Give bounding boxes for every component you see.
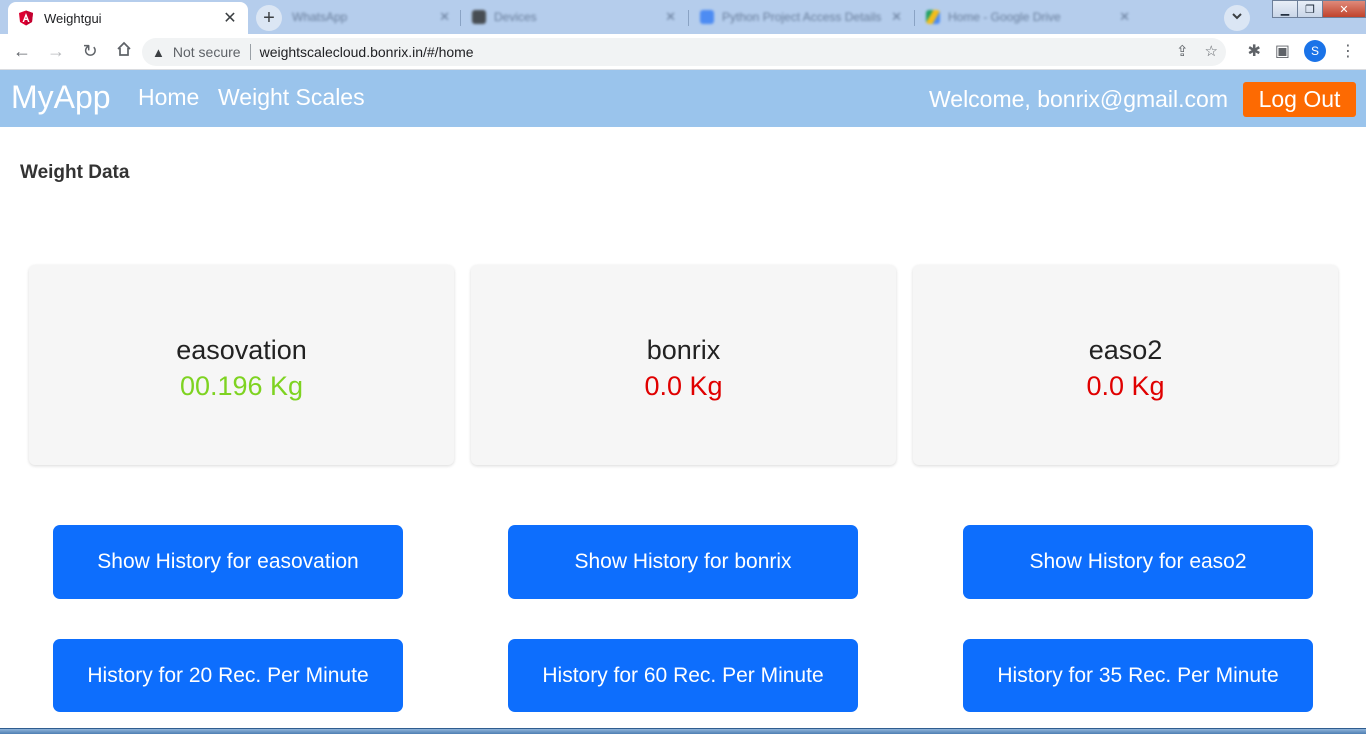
tab-separator [914, 10, 915, 26]
nav-weight-scales[interactable]: Weight Scales [218, 84, 365, 111]
show-history-bonrix-button[interactable]: Show History for bonrix [508, 525, 858, 599]
scale-weight: 0.0 Kg [644, 371, 723, 401]
side-panel-icon[interactable]: ▣ [1275, 41, 1290, 61]
extensions-icon[interactable]: ✱ [1247, 41, 1260, 61]
reload-icon: ↻ [82, 41, 98, 61]
close-icon[interactable]: ✕ [439, 9, 450, 25]
toolbar-actions: ✱ ▣ S ⋮ [1247, 40, 1356, 62]
history-rate-bonrix-button[interactable]: History for 60 Rec. Per Minute [508, 639, 858, 712]
close-icon[interactable]: ✕ [1119, 9, 1130, 25]
brand-logo[interactable]: MyApp [11, 79, 111, 116]
share-icon[interactable]: ⇪ [1176, 42, 1189, 60]
browser-toolbar: ← → ↻ ▲ Not secure weightscalecloud.bonr… [0, 34, 1366, 70]
url-text[interactable]: weightscalecloud.bonrix.in/#/home [260, 44, 474, 60]
logout-button[interactable]: Log Out [1243, 82, 1356, 117]
menu-icon[interactable]: ⋮ [1340, 41, 1356, 61]
scale-weight: 00.196 Kg [179, 371, 304, 401]
scale-name: easovation [176, 335, 307, 365]
scale-card-bonrix: bonrix 0.0 Kg [471, 265, 896, 465]
reload-button[interactable]: ↻ [74, 36, 106, 68]
welcome-text: Welcome, bonrix@gmail.com [928, 86, 1228, 112]
minimize-icon: ▁ [1280, 3, 1290, 16]
scale-card-easovation: easovation 00.196 Kg [29, 265, 454, 465]
shield-icon [472, 10, 486, 24]
restore-icon: ❐ [1305, 3, 1315, 16]
plus-icon: + [263, 6, 275, 29]
history-rate-easo2-button[interactable]: History for 35 Rec. Per Minute [963, 639, 1313, 712]
scale-name: easo2 [1088, 335, 1163, 365]
scale-name: bonrix [646, 335, 721, 365]
tab-title: Home - Google Drive [948, 10, 1061, 24]
os-taskbar [0, 728, 1366, 734]
home-button[interactable] [108, 36, 140, 68]
window-controls: ▁ ❐ ✕ [1272, 0, 1366, 20]
back-button[interactable]: ← [6, 36, 38, 68]
browser-tab-strip: Weightgui ✕ + WhatsApp ✕ Devices ✕ Pytho… [0, 0, 1366, 34]
tab-title: Python Project Access Details [722, 10, 882, 24]
forward-button[interactable]: → [40, 36, 72, 68]
close-icon[interactable]: ✕ [665, 9, 676, 25]
browser-tab[interactable]: Home - Google Drive ✕ [920, 6, 1136, 28]
browser-tab[interactable]: WhatsApp ✕ [286, 6, 456, 28]
angular-icon [18, 10, 34, 26]
page-title: Weight Data [20, 162, 130, 183]
drive-icon [926, 10, 940, 24]
document-icon [700, 10, 714, 24]
tab-title: Devices [494, 10, 537, 24]
browser-tab[interactable]: Devices ✕ [466, 6, 682, 28]
window-close-button[interactable]: ✕ [1322, 0, 1366, 18]
tab-search-button[interactable] [1224, 5, 1250, 31]
scale-card-easo2: easo2 0.0 Kg [913, 265, 1338, 465]
profile-avatar[interactable]: S [1304, 40, 1326, 62]
new-tab-button[interactable]: + [256, 5, 282, 31]
scale-weight: 0.0 Kg [1086, 371, 1165, 401]
omnibox-actions: ⇪ ☆ [1176, 42, 1218, 60]
maximize-button[interactable]: ❐ [1297, 0, 1323, 18]
browser-tab-active[interactable]: Weightgui ✕ [8, 2, 248, 34]
show-history-easo2-button[interactable]: Show History for easo2 [963, 525, 1313, 599]
tab-separator [688, 10, 689, 26]
show-history-easovation-button[interactable]: Show History for easovation [53, 525, 403, 599]
tab-title: WhatsApp [292, 10, 348, 24]
arrow-right-icon: → [47, 41, 65, 61]
warning-icon: ▲ [152, 44, 165, 60]
arrow-left-icon: ← [13, 41, 31, 61]
home-icon [116, 41, 132, 62]
tab-title: Weightgui [44, 10, 102, 26]
security-label[interactable]: Not secure [173, 44, 241, 60]
browser-tab[interactable]: Python Project Access Details ✕ [694, 6, 908, 28]
close-icon[interactable]: ✕ [222, 8, 238, 28]
nav-home[interactable]: Home [138, 84, 199, 111]
history-rate-easovation-button[interactable]: History for 20 Rec. Per Minute [53, 639, 403, 712]
close-icon: ✕ [1339, 3, 1349, 16]
address-bar[interactable]: ▲ Not secure weightscalecloud.bonrix.in/… [142, 38, 1226, 66]
star-icon[interactable]: ☆ [1205, 42, 1218, 60]
chevron-down-icon [1230, 9, 1244, 28]
tab-separator [460, 10, 461, 26]
omnibox-separator [249, 44, 251, 60]
close-icon[interactable]: ✕ [891, 9, 902, 25]
minimize-button[interactable]: ▁ [1272, 0, 1298, 18]
app-navbar: MyApp Home Weight Scales Welcome, bonrix… [0, 70, 1366, 127]
